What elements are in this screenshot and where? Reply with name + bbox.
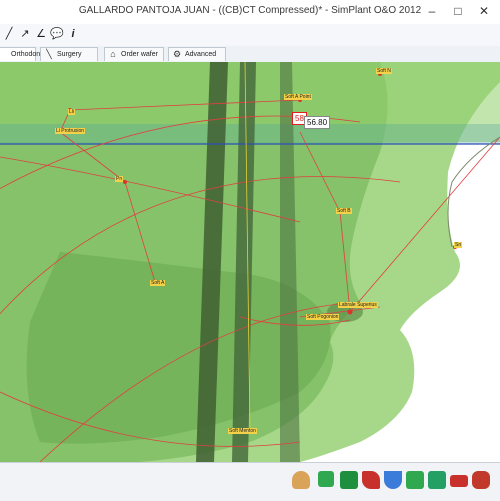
skull-view-icon[interactable] xyxy=(292,471,310,489)
maximize-button[interactable]: □ xyxy=(446,2,470,20)
cart-icon: ⌂ xyxy=(110,49,116,59)
zoom-icon[interactable]: ╱ xyxy=(2,27,16,41)
teeth-lower-icon[interactable] xyxy=(428,471,446,489)
landmark-label: Labrale Superius xyxy=(338,302,378,308)
measurement-value: 56.80 xyxy=(304,116,331,129)
minimize-button[interactable]: – xyxy=(420,2,444,20)
gear-icon: ⚙ xyxy=(172,49,182,59)
scalpel-icon: ╲ xyxy=(46,49,52,59)
jaw-icon[interactable] xyxy=(472,471,490,489)
landmark-label: Lli xyxy=(68,109,76,115)
nerve-icon[interactable] xyxy=(450,475,468,487)
tab-label: Advanced xyxy=(185,51,217,58)
tab-surgery[interactable]: ╲ Surgery xyxy=(40,47,98,61)
landmark-label: Pn xyxy=(115,176,124,182)
teeth-upper-icon[interactable] xyxy=(406,471,424,489)
landmark-label: Li Protrusion xyxy=(55,128,86,134)
tab-order-wafer[interactable]: ⌂ Order wafer xyxy=(104,47,164,61)
landmark-label: Soft B xyxy=(336,208,352,214)
info-icon[interactable]: i xyxy=(66,27,80,41)
angle-tool-icon[interactable]: ∠ xyxy=(34,27,48,41)
landmark-label: Soft N xyxy=(376,68,392,74)
comment-icon[interactable]: 💬 xyxy=(50,27,64,41)
landmark-label: Soft A Point xyxy=(284,94,312,100)
mandible-icon[interactable] xyxy=(362,471,380,489)
title-bar: GALLARDO PANTOJA JUAN - ((CB)CT Compress… xyxy=(0,0,500,25)
tab-advanced[interactable]: ⚙ Advanced xyxy=(168,47,226,61)
visibility-toolbar xyxy=(0,462,500,501)
tab-orthodontics[interactable]: Orthodontics xyxy=(0,47,51,61)
dentition-icon[interactable] xyxy=(384,471,402,489)
3d-viewport[interactable]: Lli Li Protrusion Soft A Point Soft B La… xyxy=(0,62,500,462)
landmark-label: Soft A xyxy=(150,280,166,286)
close-button[interactable]: ✕ xyxy=(472,2,496,20)
landmark-label: Soft Pogonion xyxy=(306,314,340,320)
tab-label: Surgery xyxy=(57,51,82,58)
landmark-label: Sn xyxy=(454,242,463,248)
tab-row: Orthodontics ╲ Surgery ⌂ Order wafer ⚙ A… xyxy=(0,46,500,63)
line-tool-icon[interactable]: ↗ xyxy=(18,27,32,41)
tool-row: ╱ ↗ ∠ 💬 i xyxy=(0,24,500,47)
soft-tissue-icon[interactable] xyxy=(318,471,334,487)
landmark-label: Soft Menton xyxy=(228,428,257,434)
tab-label: Order wafer xyxy=(121,51,158,58)
maxilla-icon[interactable] xyxy=(340,471,358,489)
cephalometric-render xyxy=(0,62,500,462)
